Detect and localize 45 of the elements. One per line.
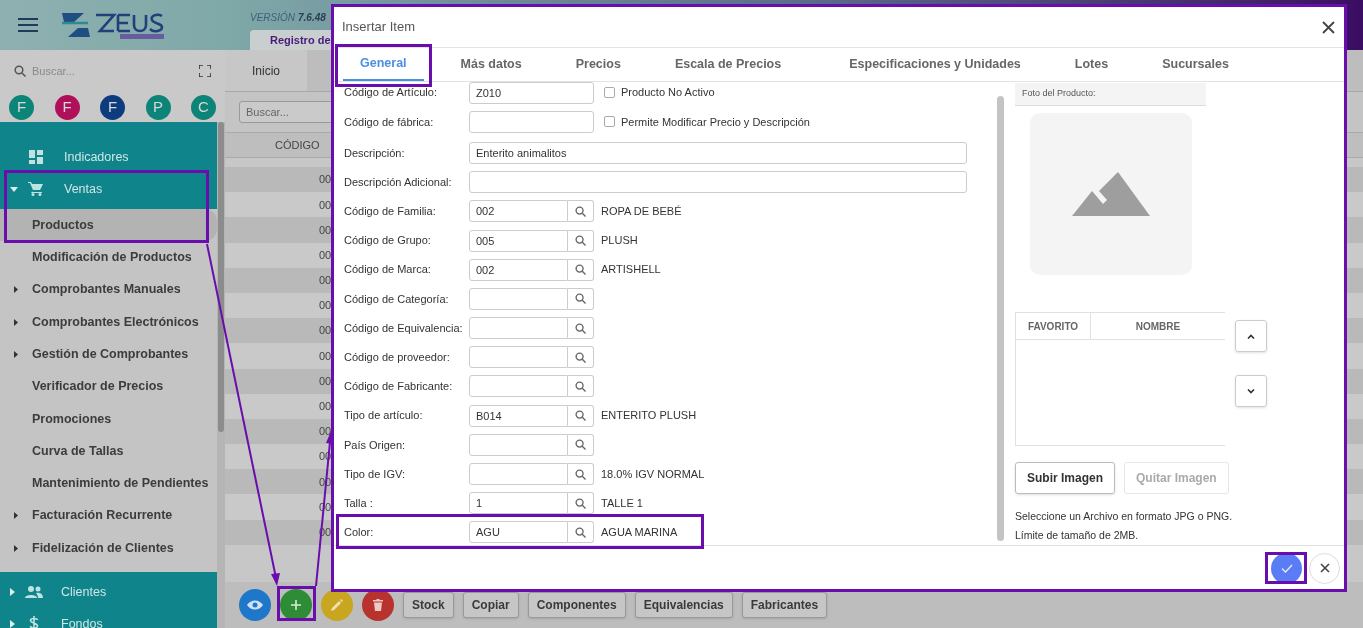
- field-description: 18.0% IGV NORMAL: [601, 466, 705, 482]
- field-description: AGUA MARINA: [601, 525, 678, 541]
- table-cell-text: 00: [319, 197, 332, 213]
- field-label: País Origen:: [344, 437, 407, 453]
- help-text: Seleccione un Archivo en formato JPG o PNG.: [1015, 509, 1234, 524]
- field-label: Código de proveedor:: [344, 350, 451, 366]
- column-header: NOMBRE: [1134, 319, 1182, 334]
- table-cell-text: 00: [319, 373, 332, 389]
- column-header: FAVORITO: [1016, 313, 1091, 339]
- field-label: Código de Artículo:: [344, 85, 438, 101]
- checkbox-label: Permite Modificar Precio y Descripción: [621, 114, 810, 130]
- table-cell-text: 00: [319, 222, 332, 238]
- field-label: Color:: [344, 525, 375, 541]
- field-label: Código de fábrica:: [344, 114, 435, 130]
- table-cell-text: 00: [319, 399, 332, 415]
- table-cell-text: 00: [319, 273, 332, 289]
- field-description: ENTERITO PLUSH: [601, 408, 697, 424]
- field-label: Código de Grupo:: [344, 233, 432, 249]
- field-label: Código de Marca:: [344, 262, 432, 278]
- field-label: Descripción:: [344, 145, 406, 161]
- field-label: Tipo de IGV:: [344, 466, 406, 482]
- photo-header: Foto del Producto:: [1015, 83, 1206, 106]
- version-label: VERSIÓN: [250, 10, 295, 25]
- table-cell-text: 00: [319, 247, 332, 263]
- field-label: Código de Fabricante:: [344, 379, 454, 395]
- column-header: CÓDIGO: [275, 137, 320, 153]
- field-label: Código de Categoría:: [344, 291, 450, 307]
- field-label: Descripción Adicional:: [344, 174, 453, 190]
- checkbox-label: Producto No Activo: [621, 85, 715, 101]
- search-placeholder: Buscar...: [32, 63, 76, 79]
- help-text: Límite de tamaño de 2MB.: [1015, 527, 1140, 543]
- field-description: PLUSH: [601, 233, 638, 249]
- field-label: Código de Familia:: [344, 204, 437, 220]
- table-cell-text: 00: [319, 348, 332, 364]
- table-cell-text: 00: [319, 424, 332, 440]
- field-label: Código de Equivalencia:: [344, 320, 464, 336]
- table-cell-text: 00: [319, 172, 332, 188]
- table-cell-text: 00: [319, 323, 332, 339]
- field-description: ROPA DE BEBÉ: [601, 204, 682, 220]
- field-label: Talla :: [344, 495, 374, 511]
- version-number: 7.6.48: [298, 11, 326, 25]
- field-description: TALLE 1: [601, 495, 643, 511]
- table-cell-text: 00: [319, 298, 332, 314]
- field-label: Tipo de artículo:: [344, 408, 424, 424]
- field-description: ARTISHELL: [601, 262, 661, 278]
